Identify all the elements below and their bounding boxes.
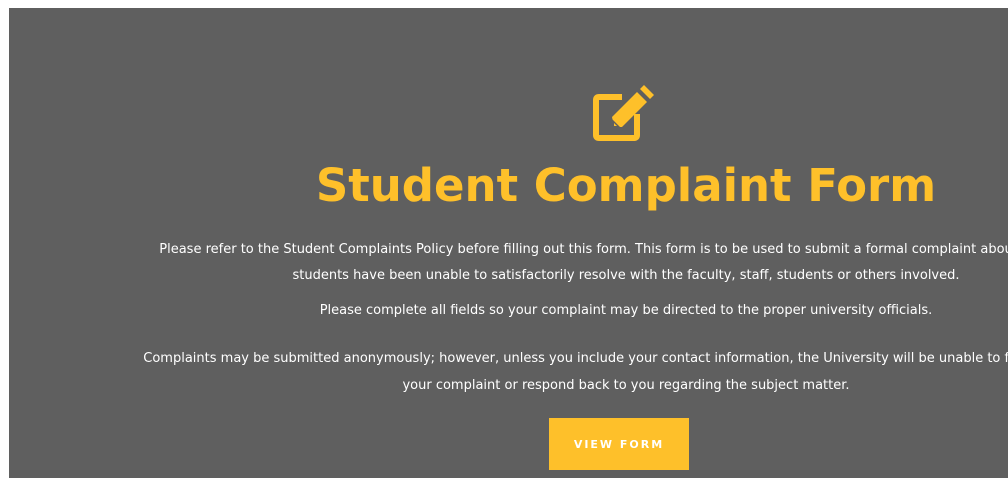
edit-icon [589, 83, 657, 143]
page-frame: Student Complaint Form Please refer to t… [0, 0, 1008, 478]
intro-paragraph-3-line-2: your complaint or respond back to you re… [402, 378, 850, 393]
intro-paragraph-1-line-2: students have been unable to satisfactor… [292, 268, 960, 283]
intro-paragraph-3-line-1: Complaints may be submitted anonymously;… [143, 351, 1008, 366]
page-title: Student Complaint Form [315, 159, 937, 212]
view-form-button[interactable]: VIEW FORM [549, 418, 689, 470]
complaint-form-banner: Student Complaint Form Please refer to t… [9, 8, 1008, 478]
intro-paragraph-2: Please complete all fields so your compl… [319, 303, 933, 318]
intro-paragraph-1-line-1: Please refer to the Student Complaints P… [159, 242, 1008, 257]
